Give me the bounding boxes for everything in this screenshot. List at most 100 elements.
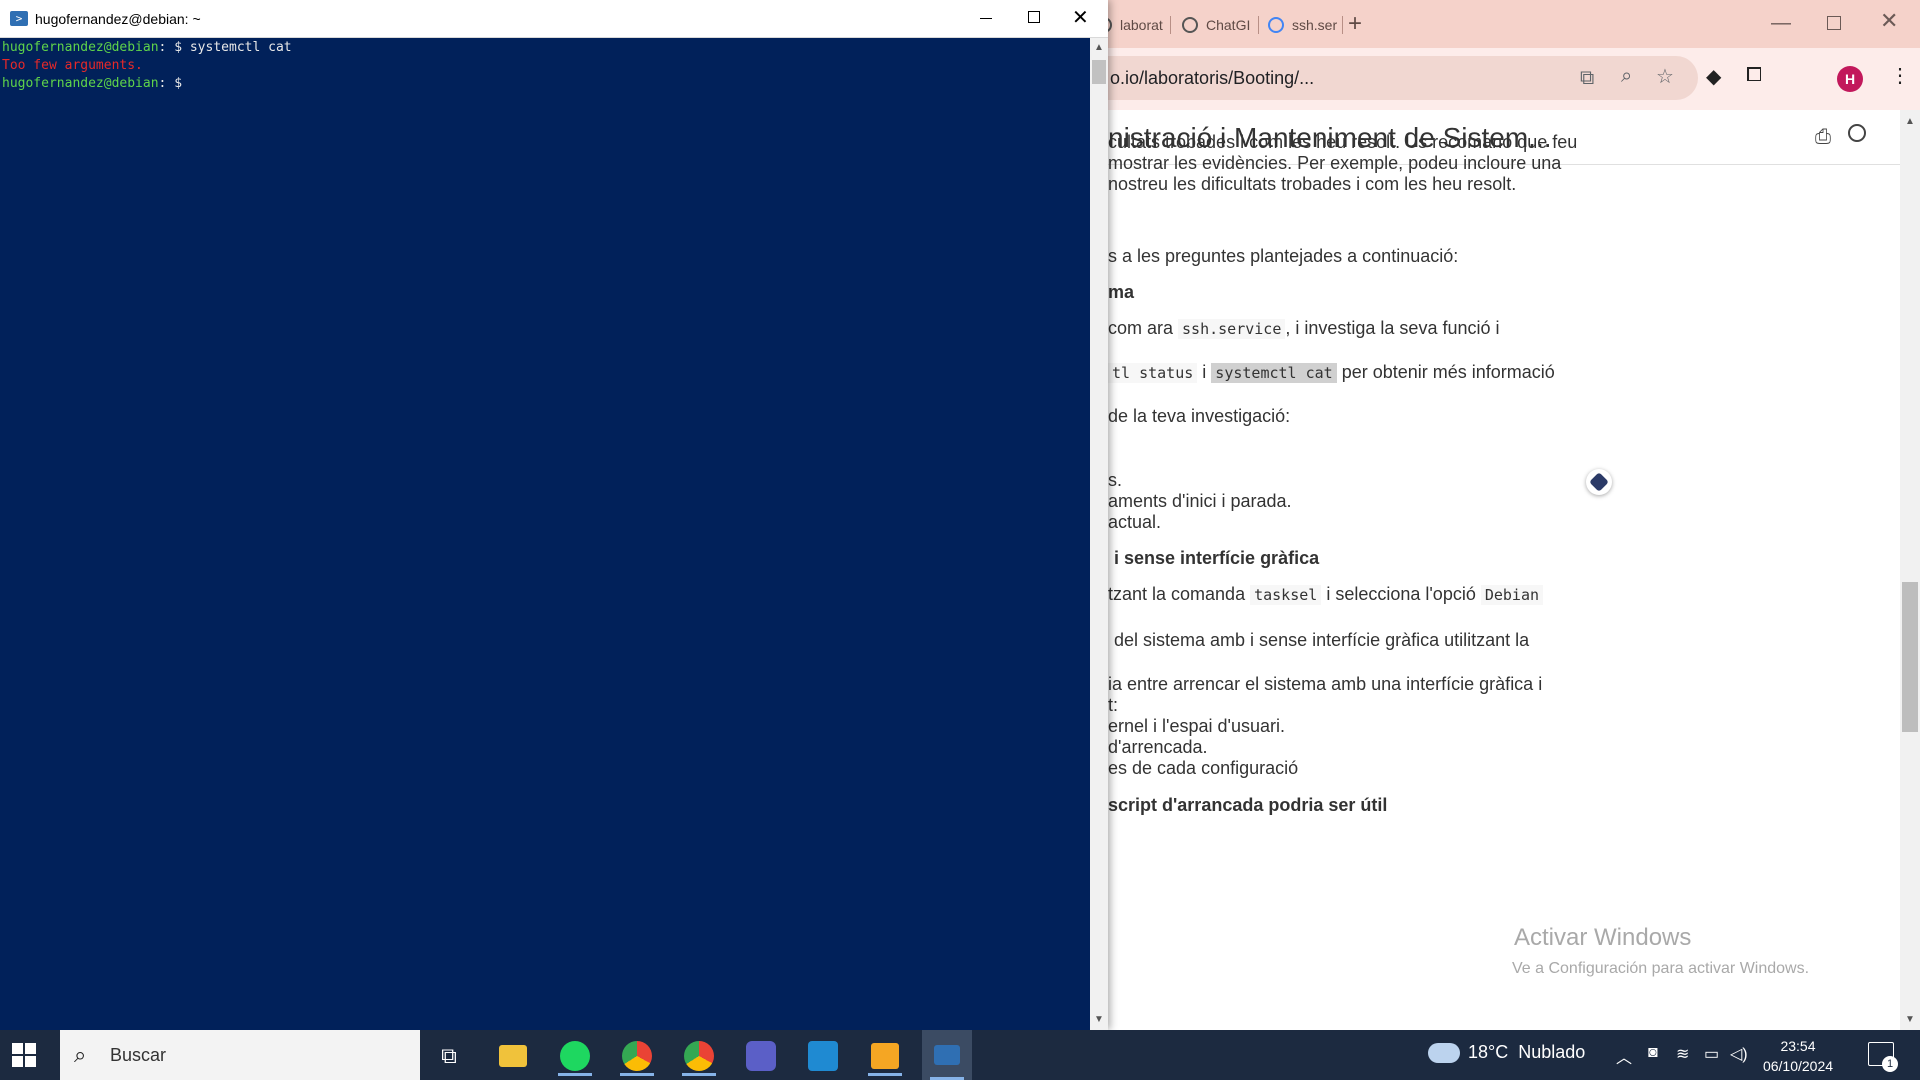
translate-icon[interactable]: ⧉: [1580, 67, 1594, 90]
clock[interactable]: 23:54 06/10/2024: [1748, 1036, 1848, 1076]
task-view-button[interactable]: ⧉: [424, 1036, 474, 1076]
paragraph-line: ia entre arrencar el sistema amb una int…: [1108, 674, 1543, 694]
address-bar[interactable]: o.io/laboratoris/Booting/...: [1090, 56, 1698, 100]
terminal-window[interactable]: > hugofernandez@debian: ~ hugofernandez@…: [0, 0, 1108, 1030]
notification-count: 1: [1882, 1056, 1898, 1072]
terminal-output[interactable]: hugofernandez@debian: $ systemctl cat To…: [0, 38, 1090, 1030]
list-item: actual.: [1108, 512, 1162, 532]
extension-floating-icon[interactable]: [1586, 469, 1612, 495]
prompt-user: hugofernandez@debian: [2, 40, 159, 55]
activation-watermark-subtitle: Ve a Configuración para activar Windows.: [1512, 960, 1810, 977]
chrome-profile-app[interactable]: [674, 1036, 724, 1076]
paragraph-line: tzant la comanda tasksel i selecciona l'…: [1108, 584, 1544, 605]
taskbar-search[interactable]: ⌕ Buscar: [60, 1030, 420, 1080]
text: com ara: [1108, 318, 1179, 338]
chatgpt-tab-icon: [1182, 17, 1198, 33]
file-explorer-app[interactable]: [488, 1036, 538, 1076]
taskbar: ⌕ Buscar ⧉ 18°C Nublado ︿ ◙ ≋ ▭ ◁) 23:54…: [0, 1030, 1920, 1080]
battery-icon[interactable]: ▭: [1704, 1044, 1719, 1064]
inline-code: ssh.service: [1178, 319, 1286, 339]
tab-separator: [1170, 16, 1171, 34]
search-placeholder: Buscar: [110, 1045, 167, 1065]
cloud-icon: [1428, 1042, 1460, 1063]
browser-tab[interactable]: ChatGI: [1182, 12, 1254, 38]
url-text: o.io/laboratoris/Booting/...: [1110, 68, 1315, 88]
text: tzant la comanda: [1108, 584, 1251, 604]
section-heading: ma: [1108, 282, 1135, 302]
browser-tab-bar: laborat ChatGI ssh.ser + — ✕: [1090, 0, 1920, 48]
terminal-line: Too few arguments.: [2, 57, 1088, 75]
browser-maximize-icon[interactable]: [1827, 16, 1841, 30]
zoom-icon[interactable]: ⌕: [1621, 65, 1632, 88]
terminal-scroll-thumb[interactable]: [1092, 60, 1106, 84]
extension-icon[interactable]: ◆: [1706, 64, 1721, 89]
google-tab-icon: [1268, 17, 1284, 33]
remote-desktop-app[interactable]: [860, 1036, 910, 1076]
browser-toolbar: o.io/laboratoris/Booting/... ⧉ ⌕ ☆ ◆ ⧠ H…: [1090, 48, 1920, 110]
scroll-up-icon[interactable]: ▲: [1094, 42, 1104, 53]
page-scrollbar[interactable]: [1900, 110, 1920, 1030]
text: i: [1197, 362, 1212, 382]
paragraph-line: tl status i systemctl cat per obtenir mé…: [1108, 362, 1555, 383]
page-scroll-thumb[interactable]: [1902, 582, 1918, 732]
spotify-app[interactable]: [550, 1036, 600, 1076]
list-item: es de cada configuració: [1108, 758, 1299, 778]
inline-code: tl status: [1108, 363, 1198, 383]
search-icon: ⌕: [74, 1042, 87, 1067]
vscode-icon: [808, 1041, 838, 1071]
paragraph-line: com ara ssh.service, i investiga la seva…: [1108, 318, 1500, 339]
terminal-close-button[interactable]: ✕: [1052, 0, 1108, 38]
paragraph-line: mostrar les evidències. Per exemple, pod…: [1108, 153, 1562, 173]
tab-separator: [1342, 16, 1343, 34]
meet-now-icon[interactable]: ◙: [1648, 1044, 1658, 1062]
text: , i investiga la seva funció i: [1285, 318, 1500, 338]
terminal-scrollbar[interactable]: ▲ ▼: [1090, 38, 1108, 1030]
wifi-icon[interactable]: ≋: [1676, 1044, 1689, 1064]
menu-kebab-icon[interactable]: ⋮: [1890, 63, 1910, 88]
remote-desktop-icon: [871, 1043, 899, 1069]
powershell-icon: >: [10, 11, 28, 26]
error-text: Too few arguments.: [2, 58, 143, 73]
list-item: ernel i l'espai d'usuari.: [1108, 716, 1285, 736]
browser-close-icon[interactable]: ✕: [1880, 8, 1898, 34]
chrome-icon: [622, 1041, 652, 1071]
new-tab-button[interactable]: +: [1348, 10, 1362, 38]
running-indicator: [620, 1073, 654, 1076]
print-icon[interactable]: ⎙: [1815, 126, 1831, 149]
bookmark-star-icon[interactable]: ☆: [1656, 64, 1674, 89]
clock-date: 06/10/2024: [1762, 1058, 1834, 1074]
github-icon[interactable]: [1848, 124, 1866, 142]
browser-tab-label: ssh.ser: [1292, 17, 1338, 33]
list-item: s.: [1108, 470, 1123, 490]
browser-tab-label: ChatGI: [1206, 17, 1251, 33]
chrome-profile-icon: [684, 1041, 714, 1071]
paragraph-line: de la teva investigació:: [1108, 406, 1291, 426]
minimize-icon: [980, 18, 992, 19]
browser-tab[interactable]: ssh.ser: [1268, 12, 1340, 38]
list-item: d'arrencada.: [1108, 737, 1208, 757]
prompt-text: : $: [158, 76, 183, 91]
chrome-app[interactable]: [612, 1036, 662, 1076]
terminal-title-bar[interactable]: > hugofernandez@debian: ~: [0, 0, 1108, 38]
teams-app[interactable]: [736, 1036, 786, 1076]
scroll-up-icon[interactable]: ▲: [1905, 116, 1915, 127]
text: i selecciona l'opció: [1321, 584, 1481, 604]
volume-icon[interactable]: ◁): [1730, 1044, 1748, 1064]
scroll-down-icon[interactable]: ▼: [1094, 1014, 1104, 1025]
inline-code-selected: systemctl cat: [1211, 363, 1337, 383]
vscode-app[interactable]: [798, 1036, 848, 1076]
profile-avatar[interactable]: H: [1837, 66, 1863, 92]
browser-window: laborat ChatGI ssh.ser + — ✕ o.io/labora…: [1090, 0, 1920, 1030]
command-text: : $ systemctl cat: [158, 40, 292, 55]
paragraph-line: s a les preguntes plantejades a continua…: [1108, 246, 1459, 266]
browser-minimize-icon[interactable]: —: [1771, 12, 1791, 35]
chevron-up-icon[interactable]: ︿: [1616, 1044, 1632, 1068]
scroll-down-icon[interactable]: ▼: [1905, 1014, 1915, 1025]
extensions-puzzle-icon[interactable]: ⧠: [1746, 64, 1762, 87]
weather-widget[interactable]: 18°C Nublado: [1428, 1042, 1585, 1063]
folder-icon: [499, 1045, 527, 1067]
tab-separator: [1258, 16, 1259, 34]
start-button[interactable]: [12, 1043, 36, 1067]
terminal-app[interactable]: [922, 1030, 972, 1080]
list-item: aments d'inici i parada.: [1108, 491, 1292, 511]
